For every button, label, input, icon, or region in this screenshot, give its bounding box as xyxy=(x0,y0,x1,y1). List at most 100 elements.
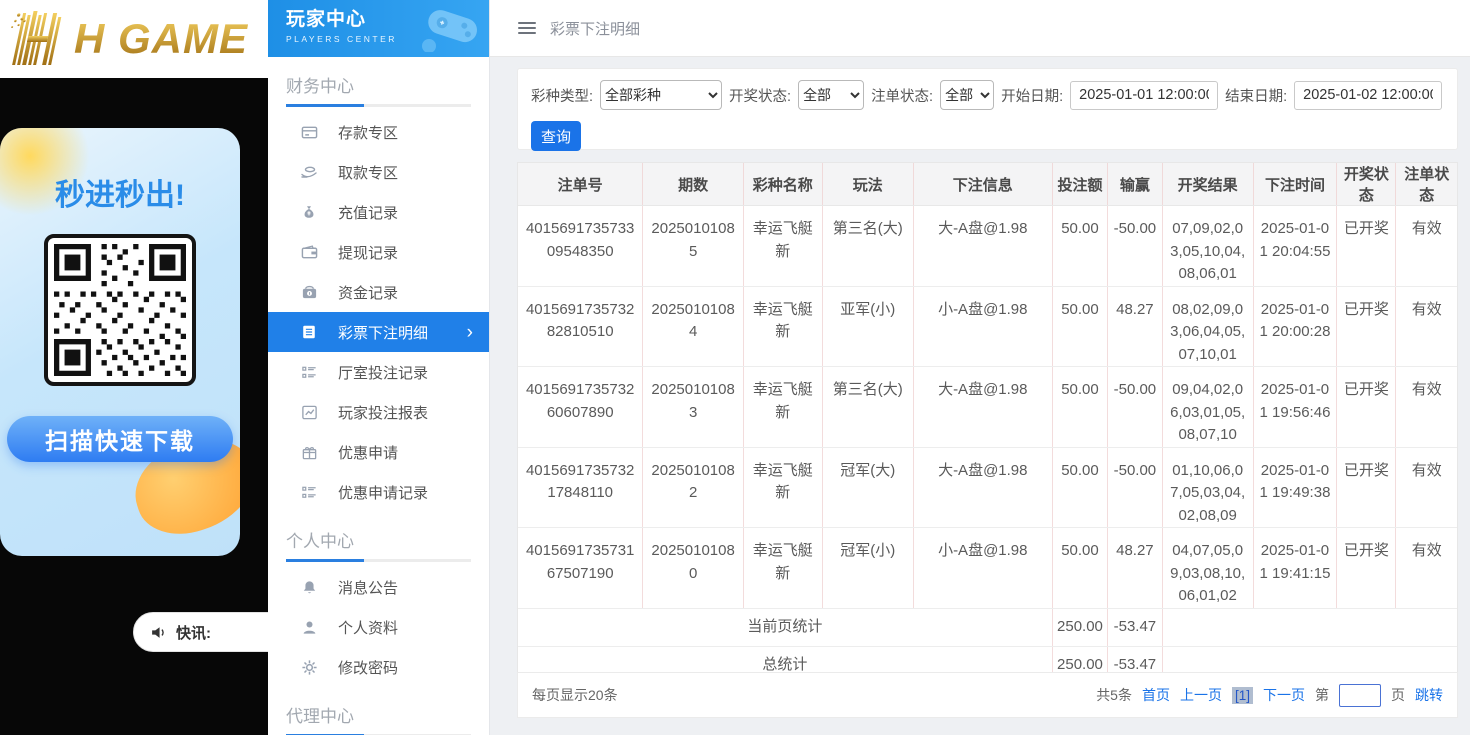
section-underline xyxy=(286,559,471,562)
table-cell: 幸运飞艇新 xyxy=(743,206,822,287)
start-date-label: 开始日期: xyxy=(1001,85,1063,106)
table-cell: 小-A盘@1.98 xyxy=(913,528,1052,609)
table-cell: 07,09,02,03,05,10,04,08,06,01 xyxy=(1162,206,1253,287)
topbar: 彩票下注明细 xyxy=(490,0,1470,57)
table-cell: 幸运飞艇新 xyxy=(743,528,822,609)
current-page[interactable]: [1] xyxy=(1232,687,1253,704)
scan-download-button[interactable]: 扫描快速下载 xyxy=(7,416,233,462)
hand-coin-icon xyxy=(300,163,318,181)
sidebar-item-recharge-records[interactable]: 充值记录 xyxy=(268,192,489,232)
speaker-icon xyxy=(150,624,167,641)
table-cell: 有效 xyxy=(1396,447,1457,528)
search-button[interactable]: 查询 xyxy=(531,121,581,151)
table-cell: 2025-01-01 19:56:46 xyxy=(1253,367,1337,448)
sidebar-item-label: 优惠申请 xyxy=(338,442,398,463)
table-cell: 48.27 xyxy=(1108,528,1162,609)
money-bag-icon xyxy=(300,203,318,221)
sidebar-item-fund-records[interactable]: 资金记录 xyxy=(268,272,489,312)
sidebar-section-personal: 个人中心 消息公告个人资料修改密码 xyxy=(268,512,489,687)
sidebar-item-message-announcements[interactable]: 消息公告 xyxy=(268,567,489,607)
table-cell: 50.00 xyxy=(1052,528,1107,609)
table-cell: 20250101085 xyxy=(643,206,743,287)
table-row: 40156917357326060789020250101083幸运飞艇新第三名… xyxy=(518,367,1457,448)
sidebar-item-label: 取款专区 xyxy=(338,162,398,183)
column-header: 开奖状态 xyxy=(1337,163,1396,206)
sidebar-header: 玩家中心 PLAYERS CENTER xyxy=(268,0,489,57)
table-cell: 401569173573217848110 xyxy=(518,447,643,528)
table-cell: 401569173573309548350 xyxy=(518,206,643,287)
table-cell: 50.00 xyxy=(1052,286,1107,367)
table-cell: 01,10,06,07,05,03,04,02,08,09 xyxy=(1162,447,1253,528)
gamepad-icon xyxy=(419,4,485,52)
news-ticker: 快讯: xyxy=(133,612,268,652)
column-header: 输赢 xyxy=(1108,163,1162,206)
table-cell: 小-A盘@1.98 xyxy=(913,286,1052,367)
qr-code xyxy=(44,234,196,386)
summary-label: 当前页统计 xyxy=(518,608,1052,646)
gift-icon xyxy=(300,443,318,461)
sidebar-item-label: 厅室投注记录 xyxy=(338,362,428,383)
sidebar-item-change-password[interactable]: 修改密码 xyxy=(268,647,489,687)
column-header: 下注时间 xyxy=(1253,163,1337,206)
order-status-label: 注单状态: xyxy=(871,85,933,106)
page-jump-input[interactable] xyxy=(1339,684,1381,707)
download-promo-card: 秒进秒出! 扫描快速下载 xyxy=(0,128,240,556)
table-cell: 第三名(大) xyxy=(822,206,913,287)
table-cell: 09,04,02,06,03,01,05,08,07,10 xyxy=(1162,367,1253,448)
per-page-label: 每页显示20条 xyxy=(532,685,618,705)
table-cell: 有效 xyxy=(1396,206,1457,287)
sidebar-item-promo-apply-records[interactable]: 优惠申请记录 xyxy=(268,472,489,512)
summary-row: 当前页统计250.00-53.47 xyxy=(518,608,1457,646)
hamburger-menu-icon[interactable] xyxy=(518,22,536,34)
order-status-select[interactable]: 全部 xyxy=(940,80,994,110)
table-cell: 幸运飞艇新 xyxy=(743,447,822,528)
table-cell: -50.00 xyxy=(1108,447,1162,528)
sidebar-item-personal-profile[interactable]: 个人资料 xyxy=(268,607,489,647)
bell-icon xyxy=(300,578,318,596)
table-cell: 有效 xyxy=(1396,528,1457,609)
first-page-link[interactable]: 首页 xyxy=(1142,685,1170,705)
table-cell: 亚军(小) xyxy=(822,286,913,367)
table-cell: 20250101080 xyxy=(643,528,743,609)
draw-status-select[interactable]: 全部 xyxy=(798,80,864,110)
sidebar-item-player-bet-report[interactable]: 玩家投注报表 xyxy=(268,392,489,432)
card-icon xyxy=(300,123,318,141)
table-cell: 大-A盘@1.98 xyxy=(913,206,1052,287)
table-row: 40156917357330954835020250101085幸运飞艇新第三名… xyxy=(518,206,1457,287)
end-date-label: 结束日期: xyxy=(1225,85,1287,106)
section-title: 代理中心 xyxy=(268,687,489,734)
lottery-type-select[interactable]: 全部彩种 xyxy=(600,80,722,110)
start-date-input[interactable] xyxy=(1070,81,1218,110)
purse-icon xyxy=(300,283,318,301)
table-cell: 第三名(大) xyxy=(822,367,913,448)
sidebar-item-withdraw-zone[interactable]: 取款专区 xyxy=(268,152,489,192)
table-row: 40156917357328281051020250101084幸运飞艇新亚军(… xyxy=(518,286,1457,367)
table-cell: 幸运飞艇新 xyxy=(743,367,822,448)
table-cell: 50.00 xyxy=(1052,206,1107,287)
sidebar-item-promo-apply[interactable]: 优惠申请 xyxy=(268,432,489,472)
lottery-type-label: 彩种类型: xyxy=(531,85,593,106)
sidebar-item-hall-bet-records[interactable]: 厅室投注记录 xyxy=(268,352,489,392)
sidebar-item-label: 存款专区 xyxy=(338,122,398,143)
prev-page-link[interactable]: 上一页 xyxy=(1180,685,1222,705)
table-cell: 有效 xyxy=(1396,286,1457,367)
sidebar-item-label: 玩家投注报表 xyxy=(338,402,428,423)
table-cell: 401569173573260607890 xyxy=(518,367,643,448)
sidebar-item-lottery-bet-details[interactable]: 彩票下注明细› xyxy=(268,312,489,352)
table-cell: 50.00 xyxy=(1052,367,1107,448)
sidebar-item-deposit-zone[interactable]: 存款专区 xyxy=(268,112,489,152)
table-cell: 20250101082 xyxy=(643,447,743,528)
end-date-input[interactable] xyxy=(1294,81,1442,110)
table-cell: 2025-01-01 19:49:38 xyxy=(1253,447,1337,528)
next-page-link[interactable]: 下一页 xyxy=(1263,685,1305,705)
table-cell: 有效 xyxy=(1396,367,1457,448)
list-icon xyxy=(300,363,318,381)
table-cell: 04,07,05,09,03,08,10,06,01,02 xyxy=(1162,528,1253,609)
pagination-bar: 每页显示20条 共5条 首页 上一页 [1] 下一页 第 页 跳转 xyxy=(517,672,1458,718)
jump-link[interactable]: 跳转 xyxy=(1415,685,1443,705)
column-header: 下注信息 xyxy=(913,163,1052,206)
section-title: 个人中心 xyxy=(268,512,489,559)
sidebar-item-withdrawal-records[interactable]: 提现记录 xyxy=(268,232,489,272)
chevron-right-icon: › xyxy=(467,323,473,342)
total-count: 共5条 xyxy=(1096,685,1132,705)
